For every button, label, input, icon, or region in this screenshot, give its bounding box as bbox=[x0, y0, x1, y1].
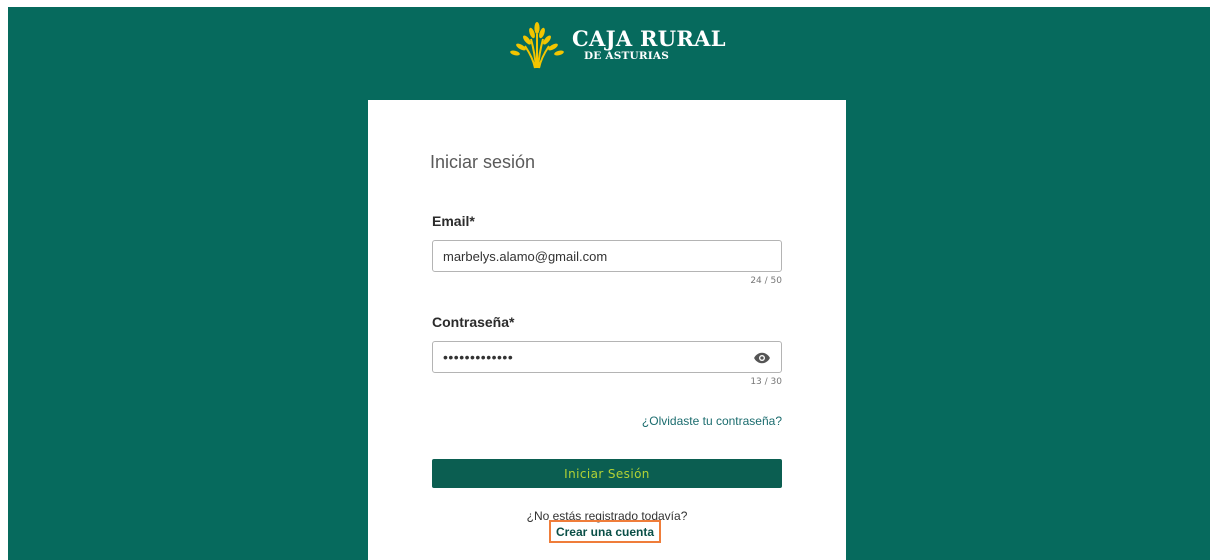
brand-title: CAJA RURAL bbox=[572, 26, 726, 51]
brand-name: CAJA RURAL DE ASTURIAS bbox=[572, 26, 726, 63]
page-title: Iniciar sesión bbox=[430, 152, 536, 172]
email-field-box bbox=[432, 240, 782, 272]
login-card: Iniciar sesión Email* 24 / 50 Contraseña… bbox=[368, 100, 846, 560]
brand-logo: CAJA RURAL DE ASTURIAS bbox=[508, 20, 726, 70]
create-account-link[interactable]: Crear una cuenta bbox=[549, 520, 661, 543]
eye-icon[interactable] bbox=[753, 349, 771, 367]
forgot-password-link[interactable]: ¿Olvidaste tu contraseña? bbox=[642, 414, 782, 428]
brand-subtitle: DE ASTURIAS bbox=[584, 50, 670, 62]
password-input[interactable] bbox=[443, 342, 743, 372]
password-field-box bbox=[432, 341, 782, 373]
login-button[interactable]: Iniciar Sesión bbox=[432, 459, 782, 488]
email-input[interactable] bbox=[443, 241, 743, 271]
email-label: Email* bbox=[432, 213, 475, 229]
password-char-counter: 13 / 30 bbox=[750, 377, 782, 387]
email-char-counter: 24 / 50 bbox=[750, 276, 782, 286]
wheat-icon bbox=[510, 22, 564, 69]
password-label: Contraseña* bbox=[432, 314, 515, 330]
